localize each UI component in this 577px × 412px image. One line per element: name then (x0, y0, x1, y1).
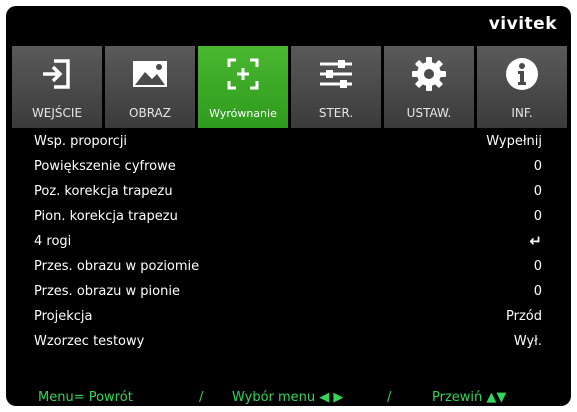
menu-item-projection[interactable]: Projekcja Przód (34, 307, 542, 327)
menu-item-label: 4 rogi (34, 234, 72, 249)
menu-item-label: Pion. korekcja trapezu (34, 209, 178, 224)
menu-item-v-keystone[interactable]: Pion. korekcja trapezu 0 (34, 207, 542, 227)
footer-select-menu: Wybór menu ◀ ▶ (232, 390, 344, 405)
menu-item-v-image-shift[interactable]: Przes. obrazu w pionie 0 (34, 282, 542, 302)
menu-item-value: 0 (533, 209, 542, 224)
info-icon (477, 56, 567, 92)
tab-wyrownanie[interactable]: Wyrównanie (198, 46, 288, 128)
settings-list: Wsp. proporcji Wypełnij Powiększenie cyf… (6, 128, 571, 376)
tab-wejscie[interactable]: WEJŚCIE (12, 46, 102, 128)
menu-item-digital-zoom[interactable]: Powiększenie cyfrowe 0 (34, 157, 542, 177)
projector-osd-menu: vivitek WEJŚCIE OBRAZ Wyrównanie STER. U… (6, 6, 571, 406)
tab-obraz[interactable]: OBRAZ (105, 46, 195, 128)
menu-item-h-keystone[interactable]: Poz. korekcja trapezu 0 (34, 182, 542, 202)
menu-item-label: Powiększenie cyfrowe (34, 159, 176, 174)
menu-item-test-pattern[interactable]: Wzorzec testowy Wył. (34, 332, 542, 352)
tab-inf[interactable]: INF. (477, 46, 567, 128)
menu-item-value: Wypełnij (486, 134, 542, 149)
menu-item-label: Wzorzec testowy (34, 334, 145, 349)
menu-item-value: 0 (533, 184, 542, 199)
tab-label: USTAW. (406, 106, 452, 120)
menu-item-4-corners[interactable]: 4 rogi ↵ (34, 232, 542, 252)
menu-item-value: 0 (533, 284, 542, 299)
footer-hints: Menu= Powrót / Wybór menu ◀ ▶ / Przewiń … (6, 390, 571, 406)
brand-logo: vivitek (488, 14, 557, 34)
menu-item-value: Wył. (513, 334, 542, 349)
tab-label: WEJŚCIE (31, 106, 83, 120)
tab-label: Wyrównanie (209, 107, 277, 120)
tab-label: STER. (318, 106, 354, 120)
footer-scroll: Przewiń ▲▼ (432, 390, 507, 405)
menu-item-value: Przód (506, 309, 542, 324)
footer-separator: / (387, 390, 392, 405)
tab-ustaw[interactable]: USTAW. (384, 46, 474, 128)
menu-item-label: Wsp. proporcji (34, 134, 128, 149)
menu-item-label: Projekcja (34, 309, 93, 324)
menu-item-aspect-ratio[interactable]: Wsp. proporcji Wypełnij (34, 132, 542, 152)
footer-menu-back: Menu= Powrót (38, 390, 133, 405)
menu-item-value: 0 (533, 259, 542, 274)
menu-item-h-image-shift[interactable]: Przes. obrazu w poziomie 0 (34, 257, 542, 277)
top-bar: vivitek (6, 6, 571, 42)
footer-separator: / (199, 390, 204, 405)
menu-item-label: Przes. obrazu w poziomie (34, 259, 200, 274)
enter-icon: ↵ (529, 232, 542, 250)
input-icon (12, 56, 102, 92)
tab-ster[interactable]: STER. (291, 46, 381, 128)
alignment-icon (198, 56, 288, 92)
menu-item-label: Przes. obrazu w pionie (34, 284, 180, 299)
menu-item-value: 0 (533, 159, 542, 174)
tab-label: INF. (511, 106, 533, 120)
sliders-icon (291, 56, 381, 92)
menu-tabs: WEJŚCIE OBRAZ Wyrównanie STER. USTAW. IN… (12, 46, 567, 128)
menu-item-label: Poz. korekcja trapezu (34, 184, 173, 199)
gear-icon (384, 56, 474, 92)
tab-label: OBRAZ (129, 106, 171, 120)
picture-icon (105, 56, 195, 92)
